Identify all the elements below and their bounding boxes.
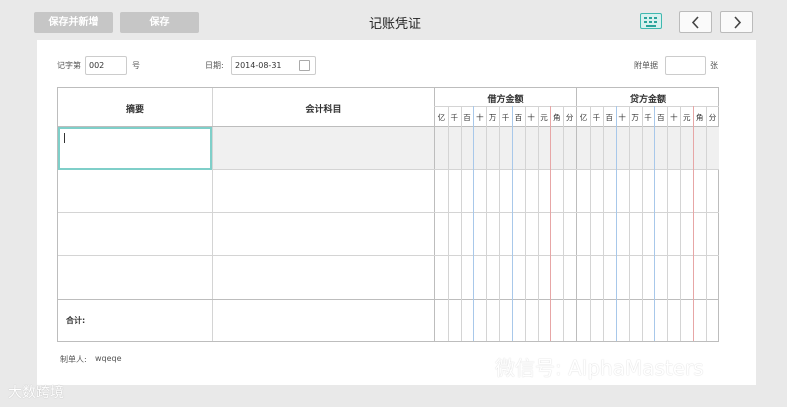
debit-digit-label: 千	[450, 113, 458, 122]
date-field[interactable]: 2014-08-31	[231, 56, 316, 75]
watermark-text: 微信号: AlphaMasters	[495, 356, 704, 380]
debit-digit-label: 百	[463, 113, 471, 122]
voucher-number-label: 记字第	[57, 61, 81, 70]
debit-digit-divider	[525, 106, 526, 341]
voucher-number-field[interactable]: 002	[85, 56, 127, 75]
divider	[58, 299, 719, 300]
debit-digit-label: 千	[501, 113, 510, 122]
date-value: 2014-08-31	[235, 61, 282, 70]
debit-digit-label: 十	[527, 113, 535, 122]
debit-digit-divider	[486, 106, 487, 341]
chevron-left-icon	[691, 16, 699, 29]
debit-digit-label: 元	[540, 113, 548, 122]
debit-digit-label: 亿	[437, 113, 446, 122]
credit-digit-divider	[680, 106, 681, 341]
total-label: 合计:	[66, 316, 86, 325]
page-title: 记账凭证	[368, 17, 421, 32]
voucher-table: 摘要 会计科目 借方金额 贷方金额 亿千百十万千百十元角分亿千百十万千百十元角分…	[57, 87, 719, 342]
wechat-icon	[454, 356, 488, 379]
debit-digit-label: 百	[514, 113, 523, 122]
chevron-right-icon	[734, 16, 742, 29]
credit-digit-divider	[616, 106, 617, 341]
debit-digit-divider	[563, 106, 564, 341]
toolbar: 保存并新增 保存 记账凭证	[0, 0, 787, 40]
attachments-field[interactable]	[665, 56, 706, 75]
debit-digit-divider	[550, 106, 551, 341]
credit-digit-label: 十	[618, 113, 626, 122]
credit-digit-divider	[629, 106, 630, 341]
credit-digit-divider	[590, 106, 591, 341]
preparer-value: wqeqe	[95, 354, 122, 363]
attachments-label: 附单据	[634, 61, 658, 70]
credit-digit-label: 万	[631, 113, 639, 122]
debit-digit-label: 万	[488, 113, 497, 122]
credit-digit-label: 分	[708, 113, 717, 122]
credit-digit-divider	[654, 106, 655, 341]
debit-digit-divider	[538, 106, 539, 341]
voucher-number-suffix: 号	[132, 61, 140, 70]
attachments-suffix: 张	[710, 61, 718, 70]
credit-digit-divider	[603, 106, 604, 341]
text-caret	[64, 133, 65, 143]
credit-digit-label: 千	[644, 113, 652, 122]
debit-digit-divider	[461, 106, 462, 341]
next-voucher-button[interactable]	[720, 11, 753, 33]
account-column-header: 会计科目	[305, 105, 342, 115]
debit-digit-label: 角	[553, 113, 561, 122]
credit-column-header: 贷方金额	[629, 95, 666, 105]
credit-digit-divider	[667, 106, 668, 341]
date-label: 日期:	[205, 61, 224, 70]
credit-digit-label: 百	[605, 113, 614, 122]
credit-digit-label: 角	[695, 113, 704, 122]
debit-digit-label: 分	[565, 113, 574, 122]
debit-digit-divider	[448, 106, 449, 341]
debit-digit-label: 十	[476, 113, 484, 122]
debit-digit-divider	[499, 106, 500, 341]
debit-digit-divider	[512, 106, 513, 341]
save-button[interactable]: 保存	[120, 12, 199, 33]
divider	[434, 106, 719, 107]
credit-digit-label: 元	[682, 113, 691, 122]
debit-column-header: 借方金额	[487, 95, 524, 105]
save-and-new-button[interactable]: 保存并新增	[34, 12, 113, 33]
previous-voucher-button[interactable]	[679, 11, 712, 33]
credit-digit-label: 亿	[579, 113, 588, 122]
credit-digit-label: 千	[592, 113, 601, 122]
credit-digit-divider	[642, 106, 643, 341]
credit-digit-label: 十	[670, 113, 678, 122]
summary-input-row-1[interactable]	[58, 127, 212, 170]
brand-logo: 大数跨境	[8, 385, 64, 401]
summary-column-header: 摘要	[125, 105, 144, 115]
keyboard-icon[interactable]	[640, 13, 662, 29]
credit-digit-divider	[693, 106, 694, 341]
credit-digit-label: 百	[657, 113, 665, 122]
preparer-label: 制单人:	[60, 355, 87, 364]
calendar-icon[interactable]	[299, 60, 310, 71]
debit-digit-divider	[473, 106, 474, 341]
divider	[58, 255, 719, 256]
divider	[58, 212, 719, 213]
credit-digit-divider	[706, 106, 707, 341]
